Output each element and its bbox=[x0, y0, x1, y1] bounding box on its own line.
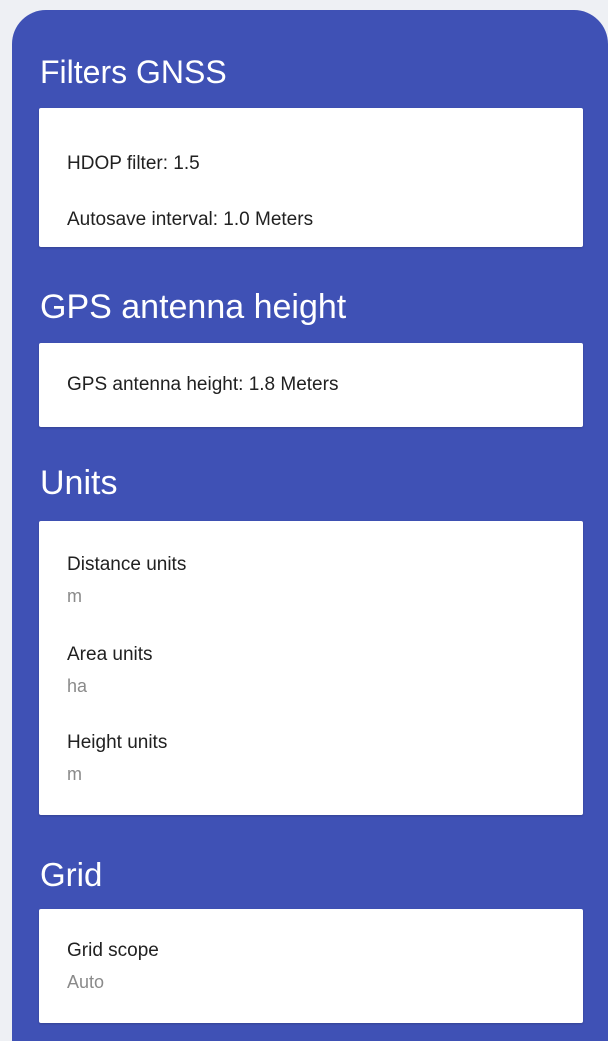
distance-units-item[interactable]: Distance units m bbox=[67, 545, 563, 613]
area-units-label: Area units bbox=[67, 644, 153, 665]
distance-units-value: m bbox=[67, 586, 82, 606]
grid-scope-label: Grid scope bbox=[67, 940, 159, 961]
gps-antenna-height-label: GPS antenna height: 1.8 Meters bbox=[67, 374, 339, 395]
units-card: Distance units m Area units ha Height un… bbox=[39, 521, 583, 815]
grid-card: Grid scope Auto bbox=[39, 909, 583, 1023]
gps-antenna-height-card: GPS antenna height: 1.8 Meters bbox=[39, 343, 583, 427]
area-units-value: ha bbox=[67, 676, 88, 696]
grid-scope-value: Auto bbox=[67, 972, 105, 992]
hdop-filter-item[interactable]: HDOP filter: 1.5 bbox=[67, 144, 563, 184]
height-units-item[interactable]: Height units m bbox=[67, 723, 563, 791]
gps-antenna-height-section-title: GPS antenna height bbox=[40, 288, 347, 326]
height-units-value: m bbox=[67, 764, 82, 784]
grid-section-title: Grid bbox=[40, 856, 103, 893]
filters-gnss-section-title: Filters GNSS bbox=[40, 54, 227, 90]
settings-panel: Filters GNSS HDOP filter: 1.5 Autosave i… bbox=[12, 10, 608, 1041]
distance-units-label: Distance units bbox=[67, 554, 187, 575]
gps-antenna-height-item[interactable]: GPS antenna height: 1.8 Meters bbox=[67, 365, 563, 405]
area-units-item[interactable]: Area units ha bbox=[67, 635, 563, 703]
autosave-interval-label: Autosave interval: 1.0 Meters bbox=[67, 209, 314, 230]
settings-screen: Filters GNSS HDOP filter: 1.5 Autosave i… bbox=[0, 0, 608, 1041]
hdop-filter-label: HDOP filter: 1.5 bbox=[67, 153, 200, 174]
units-section-title: Units bbox=[40, 464, 118, 502]
autosave-interval-item[interactable]: Autosave interval: 1.0 Meters bbox=[67, 200, 563, 240]
height-units-label: Height units bbox=[67, 732, 168, 753]
filters-gnss-card: HDOP filter: 1.5 Autosave interval: 1.0 … bbox=[39, 108, 583, 247]
grid-scope-item[interactable]: Grid scope Auto bbox=[67, 931, 563, 999]
